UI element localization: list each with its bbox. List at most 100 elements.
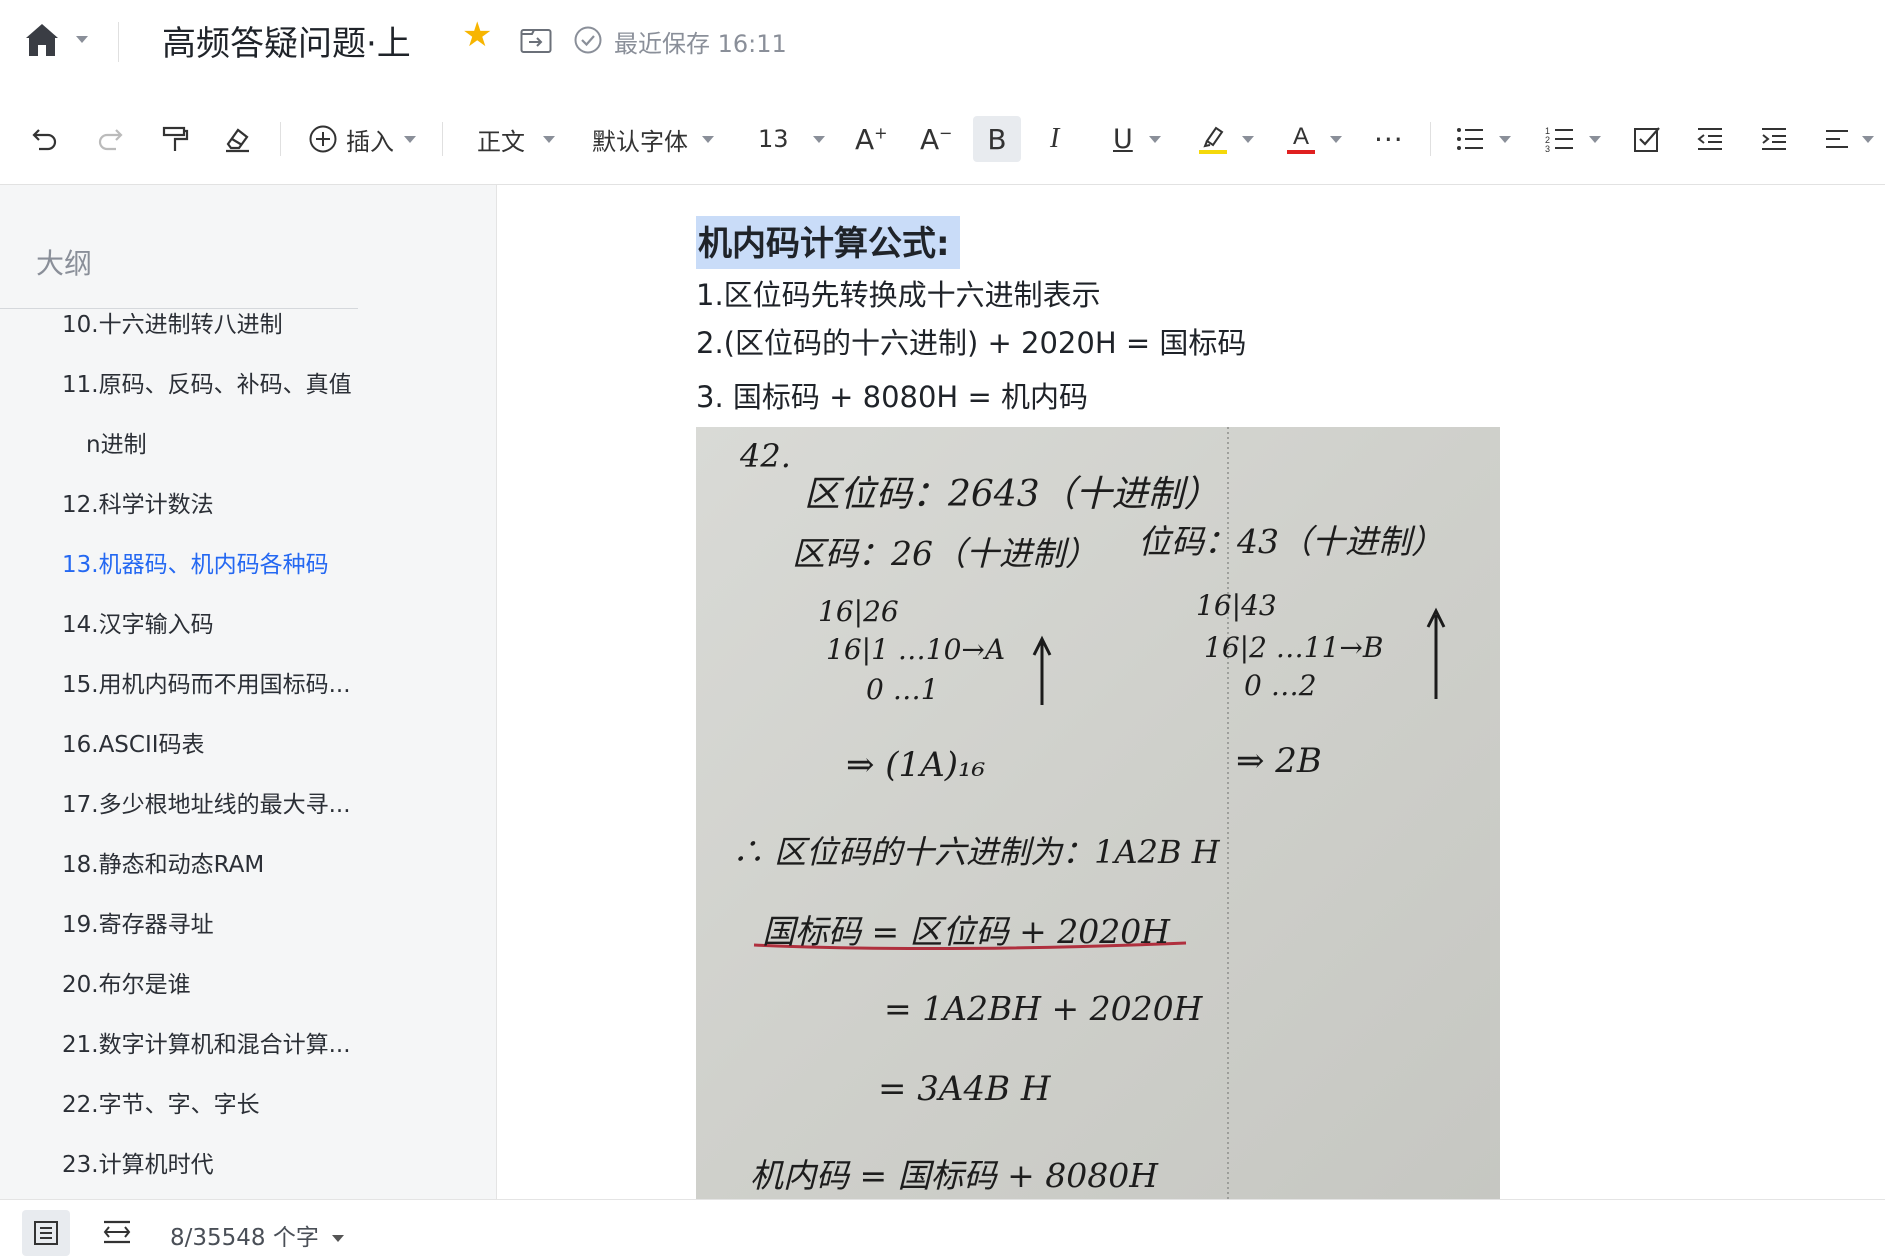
- insert-icon: [308, 124, 338, 154]
- indent-button[interactable]: [1760, 94, 1788, 184]
- font-size-value: 13: [758, 125, 789, 153]
- outline-item[interactable]: 23.计算机时代: [62, 1145, 214, 1179]
- font-color-button[interactable]: A: [1286, 94, 1342, 184]
- handwritten-line: = 1A2BH + 2020H: [884, 989, 1203, 1028]
- paragraph[interactable]: 3. 国标码 + 8080H = 机内码: [696, 374, 1088, 416]
- handwritten-photo[interactable]: 42. 区位码：2643（十进制） 区码：26（十进制） 位码：43（十进制） …: [696, 427, 1500, 1199]
- svg-text:3: 3: [1545, 144, 1550, 153]
- move-to-folder-icon[interactable]: [520, 26, 552, 54]
- handwritten-line: 区位码：2643（十进制）: [804, 474, 1220, 515]
- clear-format-icon: [222, 124, 252, 154]
- save-status: 最近保存 16:11: [614, 30, 787, 58]
- outline-item[interactable]: 16.ASCII码表: [62, 725, 205, 759]
- document-title[interactable]: 高频答疑问题·上: [162, 16, 411, 65]
- font-size-select[interactable]: 13: [758, 94, 825, 184]
- outline-item[interactable]: 12.科学计数法: [62, 485, 214, 519]
- format-painter-button[interactable]: [160, 94, 190, 184]
- outline-toggle-icon: [33, 1220, 59, 1246]
- outline-item[interactable]: 20.布尔是谁: [62, 965, 191, 999]
- undo-button[interactable]: [30, 94, 60, 184]
- handwritten-line: 国标码 = 区位码 + 2020H: [762, 912, 1171, 951]
- underline-icon: U: [1113, 123, 1133, 155]
- chevron-down-icon: [1242, 135, 1254, 143]
- handwritten-line: 位码：43（十进制）: [1138, 522, 1444, 561]
- highlight-icon: [1198, 123, 1228, 155]
- redo-button[interactable]: [95, 94, 125, 184]
- outline-item[interactable]: 19.寄存器寻址: [62, 905, 214, 939]
- outline-item[interactable]: 21.数字计算机和混合计算...: [62, 1025, 351, 1059]
- chevron-down-icon: [1862, 135, 1874, 143]
- handwritten-line: = 3A4B H: [878, 1069, 1051, 1109]
- chevron-down-icon[interactable]: [76, 36, 88, 43]
- bold-button[interactable]: B: [973, 116, 1021, 162]
- saved-check-icon: [573, 25, 603, 55]
- format-painter-icon: [160, 124, 190, 154]
- decrease-font-icon: A−: [920, 122, 953, 156]
- highlight-button[interactable]: [1198, 94, 1254, 184]
- align-icon: [1824, 125, 1850, 153]
- home-icon[interactable]: [22, 20, 62, 60]
- handwritten-line: 0 …2: [1244, 669, 1317, 702]
- align-button[interactable]: [1824, 94, 1874, 184]
- divider: [280, 122, 281, 156]
- increase-font-button[interactable]: A+: [855, 94, 888, 184]
- outline-toggle-button[interactable]: [22, 1210, 70, 1256]
- handwritten-line: 16|26: [818, 595, 899, 628]
- insert-label: 插入: [346, 127, 394, 156]
- divider: [442, 122, 443, 156]
- redo-icon: [95, 124, 125, 154]
- bullet-list-icon: [1455, 125, 1485, 153]
- chevron-down-icon: [543, 135, 555, 143]
- divider: [1430, 122, 1431, 156]
- paragraph-style-select[interactable]: 正文: [477, 94, 555, 184]
- italic-icon: I: [1050, 123, 1060, 154]
- chevron-down-icon: [812, 135, 825, 143]
- handwritten-line: 机内码 = 国标码 + 8080H: [750, 1156, 1159, 1195]
- handwritten-line: ⇒ (1A)₁₆: [846, 745, 986, 785]
- chevron-down-icon: [1330, 135, 1342, 143]
- outline-item-active[interactable]: 13.机器码、机内码各种码: [62, 545, 329, 579]
- outline-item[interactable]: 15.用机内码而不用国标码...: [62, 665, 351, 699]
- decrease-font-button[interactable]: A−: [920, 94, 953, 184]
- outline-item[interactable]: 18.静态和动态RAM: [62, 845, 264, 879]
- more-button[interactable]: ···: [1374, 94, 1404, 184]
- paragraph-style-value: 正文: [477, 127, 525, 156]
- outline-item[interactable]: 10.十六进制转八进制: [62, 305, 283, 339]
- outline-item[interactable]: 22.字节、字、字长: [62, 1085, 260, 1119]
- paragraph[interactable]: 2.(区位码的十六进制) + 2020H = 国标码: [696, 320, 1246, 362]
- handwritten-line: 16|43: [1196, 589, 1277, 622]
- problem-number: 42.: [740, 437, 791, 475]
- indent-icon: [1760, 125, 1788, 153]
- checkbox-list-button[interactable]: [1633, 94, 1661, 184]
- numbered-list-button[interactable]: 123: [1545, 94, 1601, 184]
- underline-button[interactable]: U: [1113, 94, 1161, 184]
- chevron-down-icon: [702, 135, 714, 143]
- chevron-down-icon: [1499, 135, 1511, 143]
- chevron-down-icon: [332, 1235, 345, 1242]
- outline-item[interactable]: 14.汉字输入码: [62, 605, 214, 639]
- section-heading[interactable]: 机内码计算公式:: [696, 216, 960, 269]
- font-color-icon: A: [1286, 123, 1316, 155]
- handwritten-line: 16|2 …11→B: [1204, 631, 1384, 664]
- paragraph[interactable]: 1.区位码先转换成十六进制表示: [696, 272, 1101, 314]
- bullet-list-button[interactable]: [1455, 94, 1511, 184]
- outline-item[interactable]: 17.多少根地址线的最大寻...: [62, 785, 351, 819]
- word-count-value: 8/35548 个字: [170, 1225, 319, 1251]
- toolbar: 插入 正文 默认字体 13 A+ A− B I U A ··· 1 2 3: [0, 94, 1885, 185]
- italic-button[interactable]: I: [1050, 94, 1059, 184]
- svg-text:A: A: [1293, 123, 1309, 150]
- divider: [118, 22, 119, 62]
- outline-item[interactable]: n进制: [86, 425, 147, 459]
- page-width-button[interactable]: [102, 1218, 132, 1250]
- handwritten-line: ∴ 区位码的十六进制为：1A2B H: [732, 833, 1220, 871]
- chevron-down-icon: [1589, 135, 1601, 143]
- star-icon[interactable]: ★: [462, 18, 492, 52]
- outline-item[interactable]: 11.原码、反码、补码、真值: [62, 365, 352, 399]
- title-bar: 高频答疑问题·上 ★ 最近保存 16:11: [0, 0, 1885, 95]
- font-family-select[interactable]: 默认字体: [592, 94, 714, 184]
- word-count[interactable]: 8/35548 个字: [170, 1218, 345, 1252]
- outdent-button[interactable]: [1696, 94, 1724, 184]
- clear-format-button[interactable]: [222, 94, 252, 184]
- outline-title: 大纲: [36, 247, 93, 280]
- insert-button[interactable]: 插入: [308, 94, 416, 184]
